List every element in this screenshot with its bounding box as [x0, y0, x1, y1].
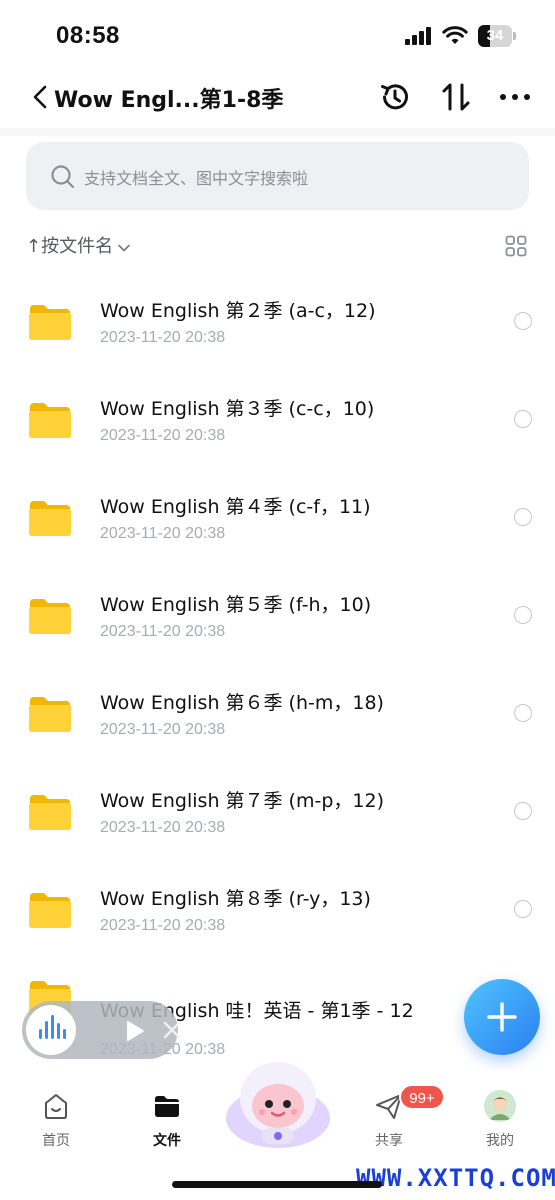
chevron-down-icon	[118, 244, 130, 251]
page-title: Wow Engl...第1-8季	[54, 88, 284, 113]
add-button[interactable]	[464, 979, 540, 1055]
select-radio[interactable]	[514, 606, 532, 624]
home-icon	[45, 1094, 67, 1119]
select-radio[interactable]	[514, 312, 532, 330]
list-item[interactable]: Wow English 第５季 (f-h，10) 2023-11-20 20:3…	[0, 566, 555, 664]
file-name: Wow English 第３季 (c-c，10)	[100, 398, 375, 420]
mascot-icon[interactable]	[224, 1058, 332, 1148]
more-options-icon[interactable]	[498, 82, 532, 112]
audio-mini-player[interactable]	[22, 1001, 181, 1059]
file-date: 2023-11-20 20:38	[100, 525, 226, 542]
home-indicator	[172, 1181, 382, 1188]
notification-badge: 99+	[399, 1084, 445, 1110]
nav-mine[interactable]: 我的	[460, 1090, 540, 1150]
grid-view-icon[interactable]	[505, 235, 527, 257]
folder-icon	[29, 697, 71, 732]
select-radio[interactable]	[514, 802, 532, 820]
folder-icon	[29, 305, 71, 340]
search-bar[interactable]: 支持文档全文、图中文字搜索啦	[26, 142, 529, 210]
file-name: Wow English 第８季 (r-y，13)	[100, 888, 371, 910]
sort-label: ↑按文件名	[26, 236, 114, 257]
list-item[interactable]: Wow English 第３季 (c-c，10) 2023-11-20 20:3…	[0, 370, 555, 468]
avatar	[484, 1090, 516, 1122]
history-icon[interactable]	[378, 80, 412, 114]
file-date: 2023-11-20 20:38	[100, 427, 226, 444]
list-item[interactable]: Wow English 第４季 (c-f，11) 2023-11-20 20:3…	[0, 468, 555, 566]
file-name: Wow English 第７季 (m-p，12)	[100, 790, 384, 812]
folder-icon	[29, 795, 71, 830]
file-date: 2023-11-20 20:38	[100, 721, 226, 738]
play-icon[interactable]	[122, 1019, 146, 1043]
folder-nav-icon	[155, 1096, 179, 1117]
cellular-signal-icon	[405, 27, 435, 45]
select-radio[interactable]	[514, 900, 532, 918]
file-name: Wow English 第４季 (c-f，11)	[100, 496, 371, 518]
nav-home-label: 首页	[42, 1133, 70, 1149]
nav-home[interactable]: 首页	[16, 1090, 96, 1150]
audio-wave-icon[interactable]	[26, 1005, 76, 1055]
nav-files-label: 文件	[153, 1133, 181, 1149]
header-divider	[0, 128, 555, 136]
select-radio[interactable]	[514, 508, 532, 526]
file-name: Wow English 第５季 (f-h，10)	[100, 594, 372, 616]
plus-icon	[487, 1002, 517, 1032]
file-date: 2023-11-20 20:38	[100, 329, 226, 346]
file-date: 2023-11-20 20:38	[100, 623, 226, 640]
file-name: Wow English 第２季 (a-c，12)	[100, 300, 376, 322]
list-item[interactable]: Wow English 第８季 (r-y，13) 2023-11-20 20:3…	[0, 860, 555, 958]
battery-icon: 34	[478, 25, 516, 47]
back-arrow-icon[interactable]	[26, 82, 56, 112]
folder-icon	[29, 403, 71, 438]
sort-selector[interactable]: ↑按文件名	[26, 232, 131, 260]
file-date: 2023-11-20 20:38	[100, 917, 226, 934]
header: Wow Engl...第1-8季	[0, 70, 555, 130]
nav-mine-label: 我的	[486, 1133, 514, 1149]
select-radio[interactable]	[514, 704, 532, 722]
search-placeholder: 支持文档全文、图中文字搜索啦	[84, 169, 309, 188]
file-date: 2023-11-20 20:38	[100, 819, 226, 836]
watermark: WWW.XXTTQ.COM	[356, 1164, 555, 1192]
select-radio[interactable]	[514, 410, 532, 428]
sort-order-icon[interactable]	[440, 80, 472, 114]
folder-icon	[29, 893, 71, 928]
search-icon	[51, 165, 75, 189]
close-icon[interactable]	[162, 1020, 182, 1040]
status-time: 08:58	[56, 22, 120, 49]
wifi-icon	[442, 26, 468, 44]
list-item[interactable]: Wow English 第２季 (a-c，12) 2023-11-20 20:3…	[0, 272, 555, 370]
folder-icon	[29, 501, 71, 536]
list-item[interactable]: Wow English 第７季 (m-p，12) 2023-11-20 20:3…	[0, 762, 555, 860]
battery-percent: 34	[486, 27, 504, 44]
file-name: Wow English 第６季 (h-m，18)	[100, 692, 384, 714]
nav-files[interactable]: 文件	[127, 1090, 207, 1150]
status-bar: 08:58 34	[0, 0, 555, 70]
list-item[interactable]: Wow English 第６季 (h-m，18) 2023-11-20 20:3…	[0, 664, 555, 762]
nav-share-label: 共享	[375, 1133, 403, 1149]
folder-icon	[29, 599, 71, 634]
